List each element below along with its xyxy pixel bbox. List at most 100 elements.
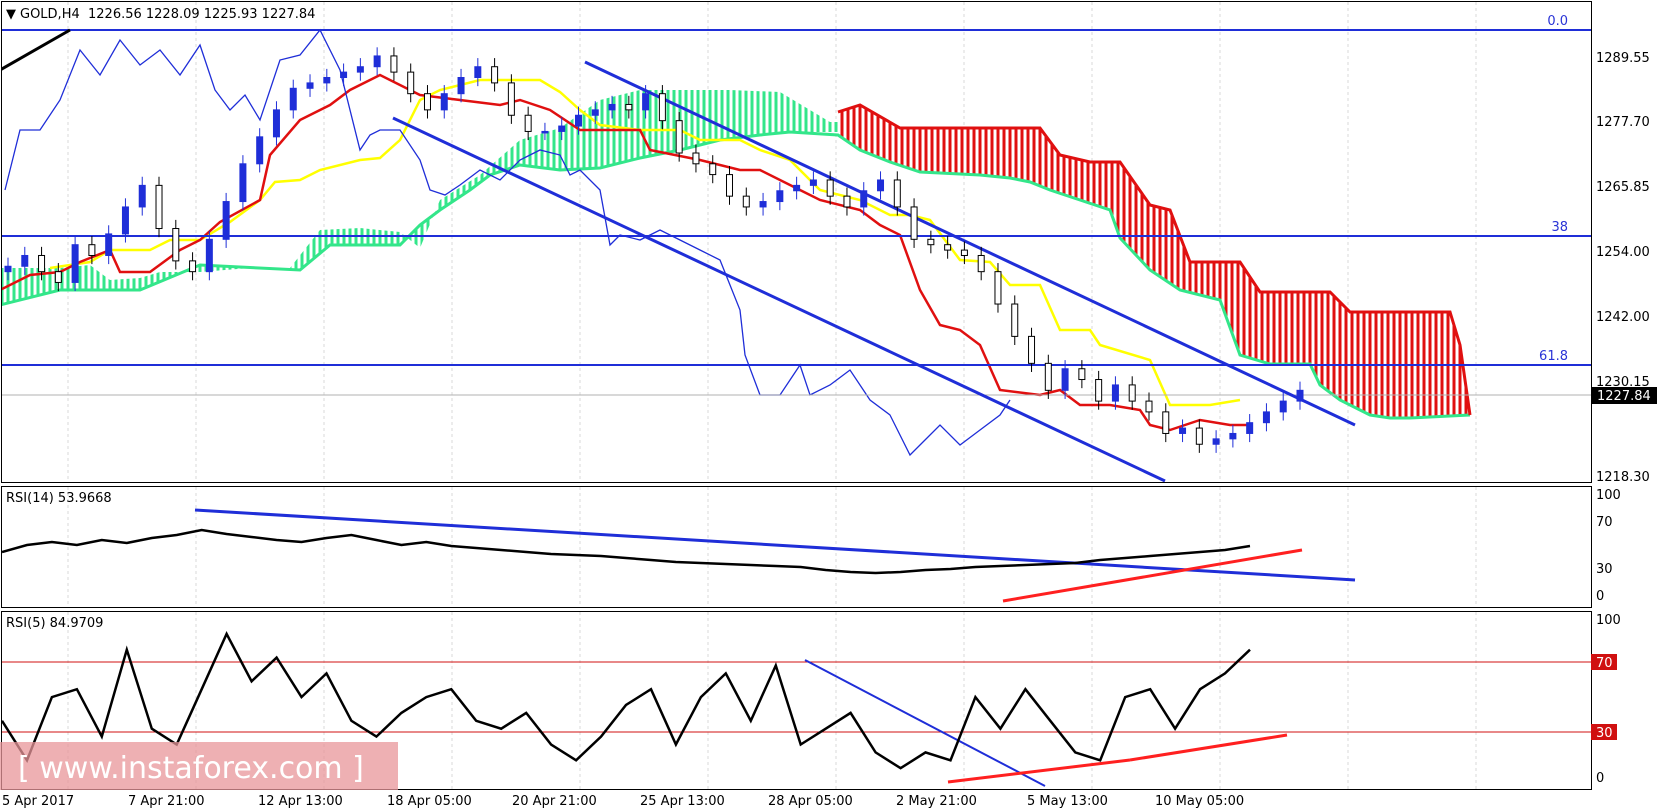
x-tick-label: 5 May 13:00	[1027, 794, 1108, 809]
y-tick-label: 1218.30	[1596, 470, 1650, 485]
candle-body	[608, 103, 616, 111]
y-tick-label: 1242.00	[1596, 310, 1650, 325]
candle-body	[759, 201, 767, 208]
candle-body	[910, 206, 918, 240]
candle-body	[440, 93, 448, 111]
candle-body	[893, 179, 901, 208]
candle-body	[558, 125, 566, 132]
x-tick-label: 28 Apr 05:00	[768, 794, 853, 809]
candle-body	[21, 254, 29, 267]
candle-body	[1028, 335, 1036, 364]
y-tick-label: 30	[1596, 726, 1613, 741]
candle-body	[1111, 384, 1119, 402]
y-tick-label: 100	[1596, 488, 1621, 503]
candle-body	[826, 179, 834, 197]
x-tick-label: 18 Apr 05:00	[387, 794, 472, 809]
candle-body	[1061, 368, 1069, 391]
x-tick-label: 10 May 05:00	[1155, 794, 1244, 809]
candle-body	[205, 238, 213, 273]
candle-body	[675, 120, 683, 154]
y-tick-label: 1277.70	[1596, 115, 1650, 130]
candle-body	[88, 244, 96, 256]
candle-body	[1195, 427, 1203, 445]
candle-body	[457, 77, 465, 95]
candle-body	[423, 93, 431, 111]
candle-body	[71, 244, 79, 283]
candle-body	[860, 190, 868, 208]
candle-body	[709, 163, 717, 176]
candle-body	[4, 265, 12, 273]
candle-body	[1229, 432, 1237, 440]
y-tick-label: 1254.00	[1596, 245, 1650, 260]
y-axis-rsi5: 100 70 30 0	[1591, 613, 1621, 786]
y-tick-label: 1265.85	[1596, 180, 1650, 195]
candle-body	[541, 130, 549, 134]
y-tick-label: 100	[1596, 613, 1621, 628]
candle-body	[356, 66, 364, 73]
fib-label-0: 0.0	[1547, 14, 1568, 29]
x-tick-label: 7 Apr 21:00	[128, 794, 205, 809]
x-tick-label: 25 Apr 13:00	[640, 794, 725, 809]
candle-body	[524, 114, 532, 132]
candle-body	[944, 244, 952, 251]
candle-body	[323, 77, 331, 84]
price-badge-label: 1227.84	[1597, 389, 1651, 404]
candle-body	[977, 254, 985, 273]
y-tick-label: 30	[1596, 562, 1613, 577]
y-tick-label: 0	[1596, 589, 1604, 604]
candle-body	[1179, 427, 1187, 434]
candle-body	[574, 114, 582, 127]
candle-body	[793, 184, 801, 192]
candle-body	[642, 93, 650, 111]
candle-body	[340, 71, 348, 79]
candle-body	[843, 195, 851, 208]
rsi5-title: RSI(5) 84.9709	[6, 616, 103, 631]
x-tick-label: 20 Apr 21:00	[512, 794, 597, 809]
candle-body	[306, 82, 314, 89]
candle-body	[726, 174, 734, 197]
fib-label-38: 38	[1551, 220, 1568, 235]
chart-canvas: ▼ GOLD,H4 1226.56 1228.09 1225.93 1227.8…	[0, 1, 1657, 809]
watermark-text: [ www.instaforex.com ]	[18, 751, 364, 786]
candle-body	[239, 163, 247, 203]
candle-body	[1162, 411, 1170, 434]
candle-body	[877, 179, 885, 192]
candle-body	[1296, 389, 1304, 402]
y-tick-label: 0	[1596, 771, 1604, 786]
candle-body	[809, 179, 817, 186]
fib-label-61-8: 61.8	[1539, 349, 1568, 364]
candle-body	[373, 55, 381, 68]
candle-body	[658, 93, 666, 122]
candle-body	[776, 190, 784, 203]
candle-body	[507, 82, 515, 116]
candle-body	[960, 249, 968, 256]
candle-body	[491, 66, 499, 84]
candle-body	[1078, 368, 1086, 381]
y-tick-label: 70	[1596, 656, 1613, 671]
x-axis: 5 Apr 2017 7 Apr 21:00 12 Apr 13:00 18 A…	[2, 794, 1244, 809]
candle-body	[38, 254, 46, 273]
y-tick-label: 1289.55	[1596, 51, 1650, 66]
candle-body	[121, 206, 129, 235]
candle-body	[272, 109, 280, 138]
candle-body	[1095, 379, 1103, 402]
candle-body	[138, 184, 146, 208]
candle-body	[474, 66, 482, 79]
candle-body	[1262, 411, 1270, 424]
candle-body	[407, 71, 415, 95]
candle-body	[692, 152, 700, 165]
candle-body	[189, 260, 197, 273]
main-panel	[1, 1, 1592, 483]
y-axis-rsi14: 100 70 30 0	[1596, 488, 1621, 604]
dropdown-triangle-icon[interactable]: ▼	[6, 7, 16, 22]
candle-body	[54, 271, 62, 283]
candle-body	[1212, 438, 1220, 445]
candle-body	[1128, 384, 1136, 402]
x-tick-label: 12 Apr 13:00	[258, 794, 343, 809]
candle-body	[1011, 303, 1019, 337]
candle-body	[256, 136, 264, 165]
candle-body	[155, 184, 163, 230]
y-axis-main: 1289.55 1277.70 1265.85 1254.00 1242.00 …	[1596, 51, 1650, 485]
x-tick-label: 2 May 21:00	[896, 794, 977, 809]
candle-body	[1279, 400, 1287, 413]
